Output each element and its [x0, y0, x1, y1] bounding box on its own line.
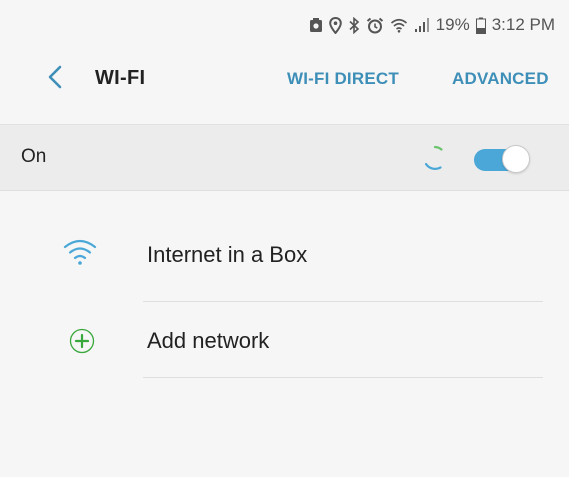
battery-percent: 19%: [435, 15, 470, 34]
page-title: WI-FI: [95, 67, 146, 89]
back-button[interactable]: [42, 65, 68, 94]
wifi-switch[interactable]: [474, 145, 532, 173]
network-name: Internet in a Box: [147, 242, 308, 267]
battery-icon: [475, 17, 486, 34]
signal-icon: [414, 17, 430, 33]
switch-knob: [502, 145, 530, 173]
clock: 3:12 PM: [491, 15, 555, 34]
location-icon: [328, 16, 342, 34]
divider: [143, 377, 543, 378]
bluetooth-icon: [348, 16, 360, 34]
network-item-internet-in-a-box[interactable]: Internet in a Box: [0, 215, 569, 295]
add-network-item[interactable]: Add network: [0, 302, 569, 382]
scanning-spinner-icon: [420, 143, 450, 173]
add-network-label: Add network: [147, 328, 270, 353]
chevron-left-icon: [48, 65, 62, 94]
plus-icon: [64, 323, 100, 359]
screenshot-icon: [309, 17, 323, 33]
wifi-icon: [62, 234, 98, 270]
wifi-status-icon: [390, 17, 408, 33]
wifi-toggle-label: On: [21, 146, 47, 167]
wifi-direct-button[interactable]: WI-FI DIRECT: [287, 69, 399, 89]
app-bar: WI-FI WI-FI DIRECT ADVANCED: [0, 50, 569, 108]
status-bar: 19% 3:12 PM: [0, 0, 569, 50]
alarm-icon: [366, 17, 384, 34]
advanced-button[interactable]: ADVANCED: [452, 69, 549, 89]
wifi-toggle-row[interactable]: On: [0, 124, 569, 191]
